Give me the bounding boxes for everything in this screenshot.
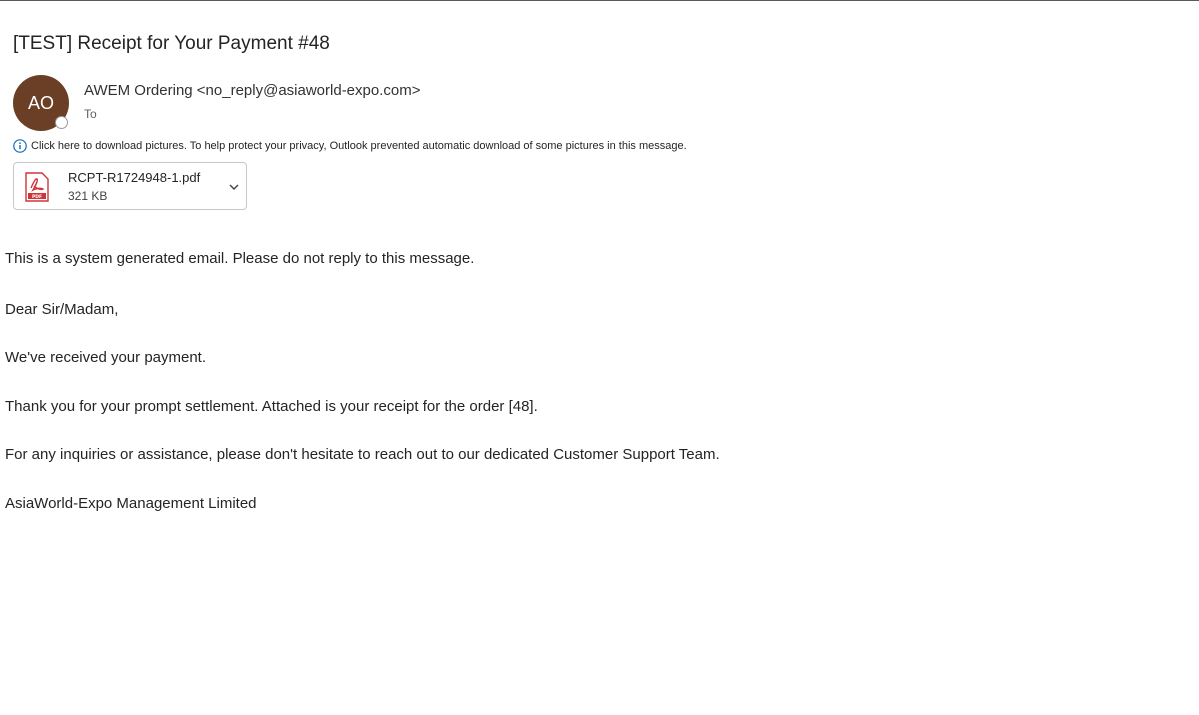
avatar-initials: AO bbox=[27, 92, 54, 113]
svg-text:PDF: PDF bbox=[32, 194, 42, 200]
download-pictures-notice[interactable]: Click here to download pictures. To help… bbox=[13, 138, 687, 154]
email-reading-pane: [TEST] Receipt for Your Payment #48 AO A… bbox=[0, 0, 1199, 715]
body-line-thanks: Thank you for your prompt settlement. At… bbox=[5, 398, 538, 415]
to-label: To bbox=[84, 107, 97, 121]
body-line-system-notice: This is a system generated email. Please… bbox=[5, 250, 475, 267]
body-line-support: For any inquiries or assistance, please … bbox=[5, 446, 720, 463]
sender-name[interactable]: AWEM Ordering <no_reply@asiaworld-expo.c… bbox=[84, 82, 420, 99]
chevron-down-icon[interactable] bbox=[228, 182, 240, 192]
attachment-filename: RCPT-R1724948-1.pdf bbox=[68, 170, 201, 185]
body-line-greeting: Dear Sir/Madam, bbox=[5, 301, 119, 318]
attachment-card[interactable]: PDF RCPT-R1724948-1.pdf 321 KB bbox=[13, 162, 247, 210]
info-icon bbox=[13, 139, 27, 153]
body-line-received: We've received your payment. bbox=[5, 349, 207, 366]
body-line-signature: AsiaWorld-Expo Management Limited bbox=[5, 495, 257, 512]
pdf-icon: PDF bbox=[25, 172, 49, 202]
email-subject: [TEST] Receipt for Your Payment #48 bbox=[13, 33, 330, 54]
presence-status-icon bbox=[55, 116, 68, 129]
privacy-notice-text: Click here to download pictures. To help… bbox=[31, 140, 687, 152]
attachment-size: 321 KB bbox=[68, 189, 108, 203]
